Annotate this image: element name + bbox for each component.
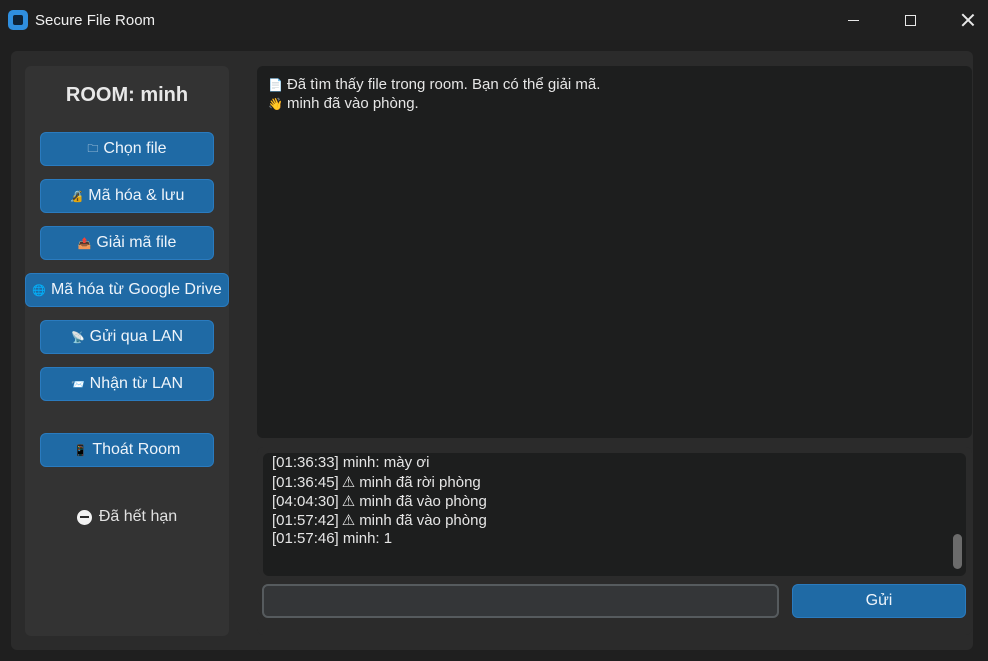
no-entry-icon <box>76 509 92 525</box>
chat-message: [01:57:42] ⚠ minh đã vào phòng <box>272 512 487 529</box>
encrypt-google-drive-button[interactable]: 🌐 Mã hóa từ Google Drive <box>25 273 229 307</box>
exit-room-label: Thoát Room <box>92 441 181 458</box>
folder-icon: 🗀 <box>87 142 99 155</box>
maximize-icon <box>904 14 916 26</box>
globe-icon: 🌐 <box>32 284 46 297</box>
expired-label: Đã hết hạn <box>98 508 178 525</box>
receive-lan-button[interactable]: 📨 Nhận từ LAN <box>40 367 214 401</box>
receive-lan-label: Nhận từ LAN <box>89 375 184 392</box>
warning-icon: ⚠ <box>341 493 356 510</box>
warning-icon: ⚠ <box>341 474 356 491</box>
encrypt-save-label: Mã hóa & lưu <box>88 187 185 204</box>
notification-panel <box>257 66 972 438</box>
send-button[interactable]: Gửi <box>792 584 966 618</box>
title-bar: Secure File Room <box>0 0 988 40</box>
send-lan-button[interactable]: 📡 Gửi qua LAN <box>40 320 214 354</box>
maximize-button[interactable] <box>887 0 933 40</box>
wave-hand-icon: 👋 <box>268 97 283 111</box>
choose-file-button[interactable]: 🗀 Chọn file <box>40 132 214 166</box>
message-input[interactable] <box>262 584 779 618</box>
app-icon <box>8 10 28 30</box>
minimize-button[interactable] <box>830 0 876 40</box>
inbox-icon: 📨 <box>70 378 85 391</box>
chat-message: [01:57:46] minh: 1 <box>272 530 393 547</box>
exit-room-button[interactable]: 📱 Thoát Room <box>40 433 214 467</box>
chat-message: [04:04:30] ⚠ minh đã vào phòng <box>272 493 487 510</box>
close-icon <box>961 13 975 27</box>
close-button[interactable] <box>945 0 988 40</box>
satellite-icon: 📡 <box>70 331 85 344</box>
notification-line: 👋 minh đã vào phòng. <box>268 95 419 112</box>
encrypt-google-drive-label: Mã hóa từ Google Drive <box>50 281 222 298</box>
chat-log[interactable]: [01:36:33] minh: mày ơi [01:36:45] ⚠ minh … <box>263 453 966 576</box>
send-label: Gửi <box>865 592 893 609</box>
unlock-icon: 📤 <box>77 237 92 250</box>
document-icon: 📄 <box>268 78 283 92</box>
warning-icon: ⚠ <box>341 512 356 529</box>
lock-icon: 🔏 <box>69 190 84 203</box>
encrypt-save-button[interactable]: 🔏 Mã hóa & lưu <box>40 179 214 213</box>
window-title: Secure File Room <box>35 12 156 29</box>
notification-line: 📄 Đã tìm thấy file trong room. Bạn có thể… <box>268 76 601 93</box>
chat-message-partial: [01:36:33] minh: mày ơi <box>272 454 430 471</box>
decrypt-file-label: Giải mã file <box>96 234 177 251</box>
minimize-icon <box>847 19 859 21</box>
choose-file-label: Chọn file <box>103 140 167 157</box>
phone-icon: 📱 <box>73 444 88 457</box>
chat-scrollbar[interactable] <box>953 534 962 569</box>
room-title: ROOM: minh <box>65 84 189 106</box>
decrypt-file-button[interactable]: 📤 Giải mã file <box>40 226 214 260</box>
send-lan-label: Gửi qua LAN <box>89 328 184 345</box>
chat-message: [01:36:45] ⚠ minh đã rời phòng <box>272 474 481 491</box>
expired-status: Đã hết hạn <box>25 506 229 528</box>
